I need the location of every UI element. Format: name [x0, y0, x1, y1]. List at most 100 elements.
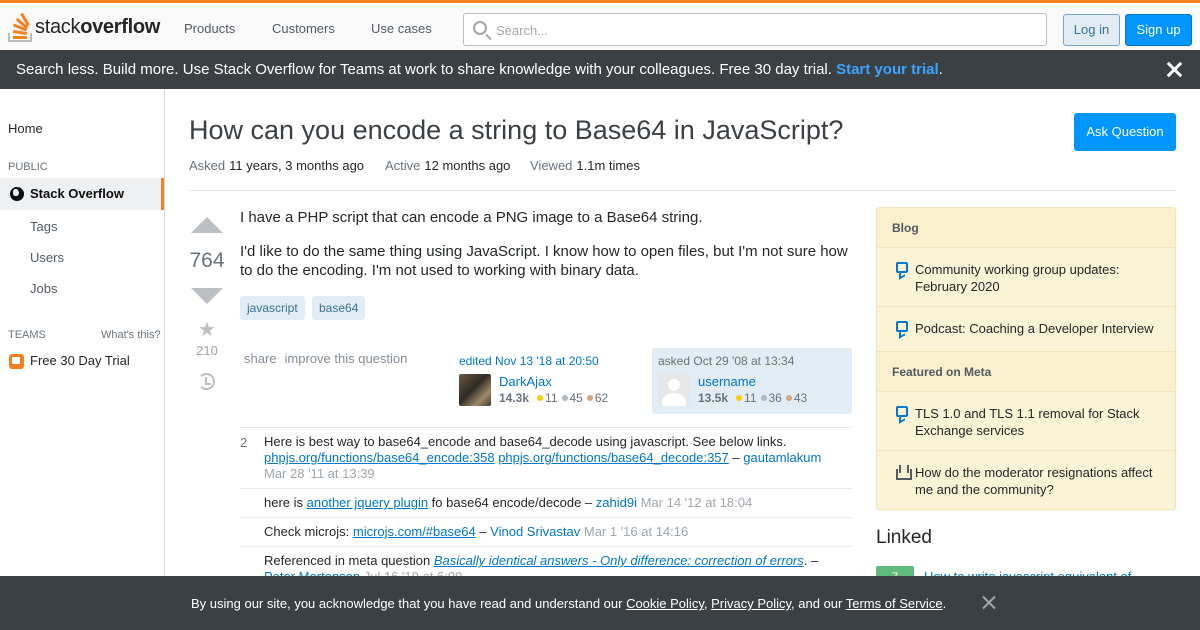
post-menu: share improve this question — [244, 351, 415, 366]
comment-user[interactable]: gautamlakum — [743, 450, 821, 465]
silver-badge-icon — [561, 395, 568, 402]
editor-reputation: 14.3k 11 45 62 — [499, 391, 609, 405]
comment-date: Mar 28 '11 at 13:39 — [264, 466, 375, 481]
privacy-policy-link[interactable]: Privacy Policy — [711, 596, 791, 611]
promo-text: Search less. Build more. Use Stack Overf… — [16, 61, 837, 78]
favorite-count: 210 — [196, 343, 218, 358]
sidebar-item-tags[interactable]: Tags — [30, 219, 57, 234]
blog-widget: Blog Community working group updates: Fe… — [876, 207, 1176, 510]
comment: here is another jquery plugin fo base64 … — [264, 495, 753, 510]
comment-link[interactable]: microjs.com/#base64 — [353, 524, 476, 539]
nav-use-cases[interactable]: Use cases — [371, 21, 432, 36]
nav-products[interactable]: Products — [184, 21, 235, 36]
improve-question-link[interactable]: improve this question — [285, 351, 408, 366]
start-trial-link[interactable]: Start your trial — [836, 61, 939, 78]
left-sidebar: Home PUBLIC Stack Overflow Tags Users Jo… — [0, 89, 165, 579]
stack-exchange-meta-icon — [896, 465, 912, 480]
editor-card: edited Nov 13 '18 at 20:50 DarkAjax 14.3… — [453, 348, 648, 412]
comment-link[interactable]: Basically identical answers - Only diffe… — [434, 553, 804, 568]
gold-badge-icon — [736, 395, 743, 402]
question-title[interactable]: How can you encode a string to Base64 in… — [189, 115, 843, 146]
nav-customers[interactable]: Customers — [272, 21, 335, 36]
post-paragraph: I'd like to do the same thing using Java… — [240, 243, 848, 279]
sidebar-item-free-trial[interactable]: Free 30 Day Trial — [30, 353, 130, 368]
active-meta: Active 12 months ago — [385, 158, 511, 173]
tag-javascript[interactable]: javascript — [240, 296, 305, 320]
sidebar-item-home[interactable]: Home — [8, 121, 43, 136]
comment-divider — [240, 488, 852, 489]
avatar[interactable] — [658, 374, 690, 406]
speech-bubble-icon — [896, 262, 908, 273]
meta-item[interactable]: How do the moderator resignations affect… — [877, 451, 1175, 509]
cookie-consent-bar: By using our site, you acknowledge that … — [0, 576, 1200, 630]
speech-bubble-icon — [896, 321, 908, 332]
globe-icon — [10, 187, 24, 201]
bronze-badge-icon — [785, 395, 792, 402]
login-button[interactable]: Log in — [1063, 14, 1120, 46]
stackoverflow-logo[interactable]: stackoverflow — [8, 11, 160, 43]
comment-user[interactable]: Vinod Srivastav — [490, 524, 580, 539]
cookie-policy-link[interactable]: Cookie Policy — [626, 596, 704, 611]
editor-username[interactable]: DarkAjax — [499, 374, 552, 389]
post-paragraph: I have a PHP script that can encode a PN… — [240, 209, 703, 226]
asker-username[interactable]: username — [698, 374, 756, 389]
search-input[interactable] — [496, 20, 1036, 40]
search-box[interactable] — [463, 13, 1047, 46]
asker-reputation: 13.5k 11 36 43 — [698, 391, 808, 405]
blog-item[interactable]: Community working group updates: Februar… — [877, 248, 1175, 307]
comment-link[interactable]: another jquery plugin — [307, 495, 428, 510]
comment-divider — [240, 517, 852, 518]
logo-text: stackoverflow — [35, 15, 161, 38]
asker-card: asked Oct 29 '08 at 13:34 username 13.5k… — [652, 348, 852, 414]
sidebar-item-jobs[interactable]: Jobs — [30, 281, 57, 296]
comment-date: Mar 14 '12 at 18:04 — [636, 495, 753, 510]
blog-heading: Blog — [877, 208, 1175, 248]
comment-link[interactable]: phpjs.org/functions/base64_decode:357 — [498, 450, 729, 465]
meta-item[interactable]: TLS 1.0 and TLS 1.1 removal for Stack Ex… — [877, 392, 1175, 451]
whats-this-link[interactable]: What's this? — [101, 329, 161, 341]
asked-meta: Asked 11 years, 3 months ago — [189, 158, 365, 173]
viewed-meta: Viewed 1.1m times — [530, 158, 640, 173]
vote-count: 764 — [189, 249, 225, 272]
favorite-star-icon[interactable]: ★ — [198, 317, 216, 342]
linked-heading: Linked — [876, 527, 932, 548]
downvote-arrow-icon[interactable] — [191, 288, 223, 304]
cookie-text: By using our site, you acknowledge that … — [191, 596, 947, 611]
comment: Here is best way to base64_encode and ba… — [264, 434, 822, 481]
bronze-badge-icon — [586, 395, 593, 402]
gold-badge-icon — [537, 395, 544, 402]
top-bar: stackoverflow Products Customers Use cas… — [0, 0, 1200, 50]
close-icon[interactable] — [981, 595, 996, 610]
sidebar-teams-label: TEAMS — [8, 329, 46, 341]
comment-link[interactable]: phpjs.org/functions/base64_encode:358 — [264, 450, 495, 465]
comment-divider — [240, 546, 852, 547]
asked-timestamp: asked Oct 29 '08 at 13:34 — [658, 354, 795, 368]
comment-divider — [240, 427, 852, 428]
header-divider — [189, 190, 1176, 191]
comment-date: Mar 1 '16 at 14:16 — [580, 524, 689, 539]
comment-score: 2 — [240, 435, 248, 450]
speech-bubble-icon — [896, 406, 908, 417]
featured-meta-heading: Featured on Meta — [877, 352, 1175, 392]
close-icon[interactable] — [1167, 62, 1182, 77]
logo-icon — [8, 12, 32, 42]
search-icon — [473, 21, 487, 35]
teams-promo-banner: Search less. Build more. Use Stack Overf… — [0, 50, 1200, 89]
upvote-arrow-icon[interactable] — [191, 217, 223, 233]
blog-item[interactable]: Podcast: Coaching a Developer Interview — [877, 307, 1175, 352]
briefcase-icon — [9, 354, 24, 369]
sidebar-public-label: PUBLIC — [8, 161, 48, 173]
tag-base64[interactable]: base64 — [312, 296, 366, 320]
ask-question-button[interactable]: Ask Question — [1074, 113, 1176, 151]
comment: Check microjs: microjs.com/#base64 – Vin… — [264, 524, 689, 539]
edited-timestamp[interactable]: edited Nov 13 '18 at 20:50 — [459, 354, 642, 368]
silver-badge-icon — [760, 395, 767, 402]
comment-user[interactable]: zahid9i — [596, 495, 637, 510]
signup-button[interactable]: Sign up — [1125, 14, 1192, 46]
avatar[interactable] — [459, 374, 491, 406]
share-link[interactable]: share — [244, 351, 277, 366]
sidebar-item-users[interactable]: Users — [30, 250, 64, 265]
history-icon[interactable] — [198, 373, 215, 390]
terms-of-service-link[interactable]: Terms of Service — [846, 596, 943, 611]
sidebar-item-stack-overflow[interactable]: Stack Overflow — [0, 178, 164, 210]
